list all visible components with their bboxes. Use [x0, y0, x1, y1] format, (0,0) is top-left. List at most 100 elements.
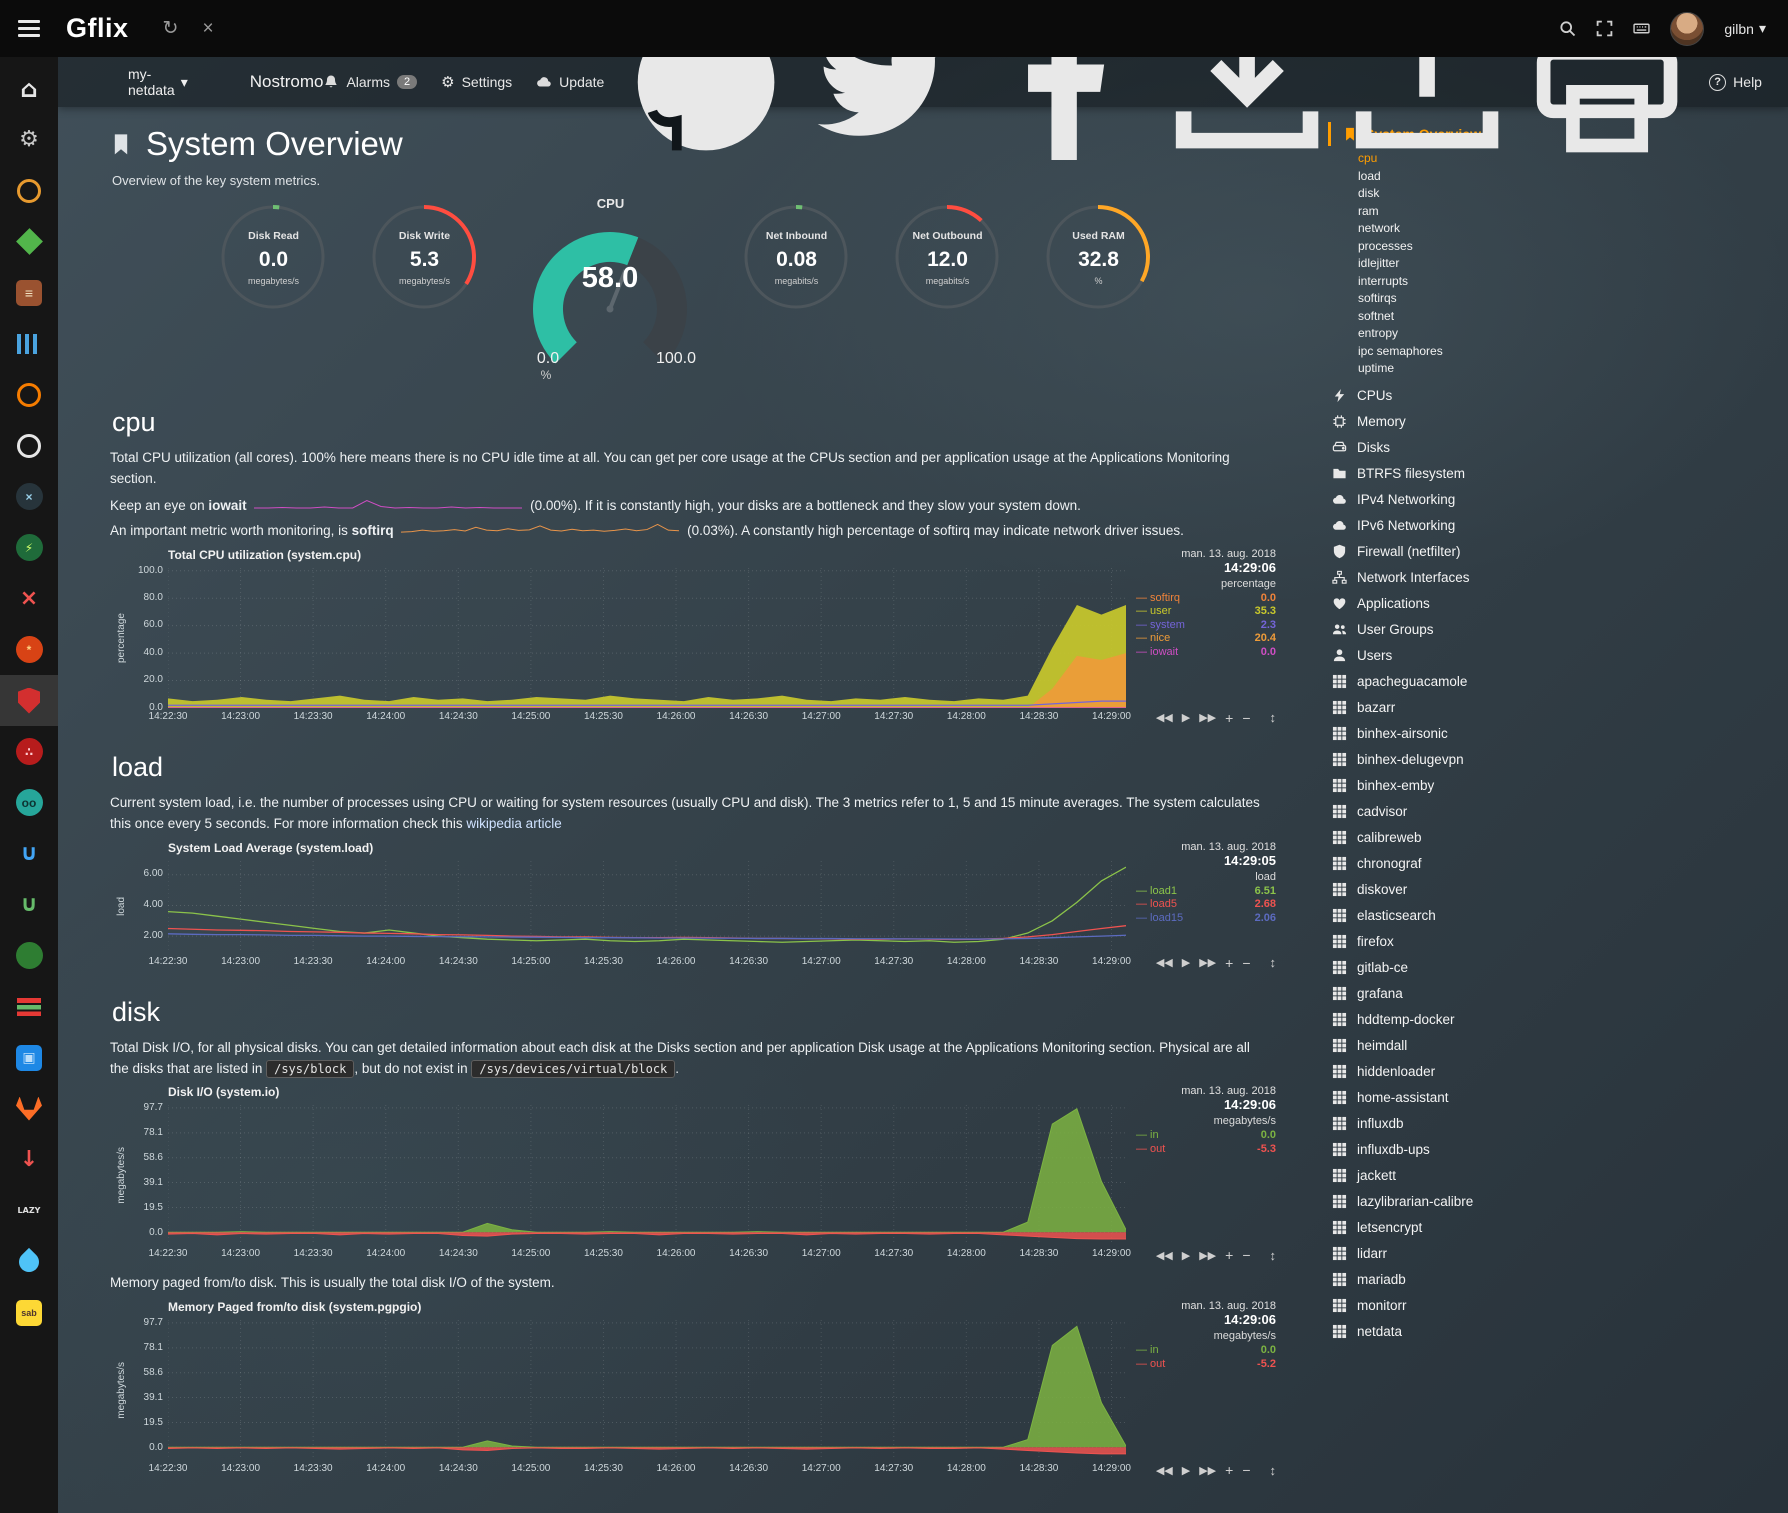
sidebar-app-sab-icon[interactable]: sab	[0, 1287, 58, 1338]
zoom-in-button[interactable]: +	[1225, 955, 1233, 971]
chart-plot-area[interactable]	[168, 1105, 1126, 1245]
sidebar-app-bolt-icon[interactable]: ⚡	[0, 522, 58, 573]
menu-sub-softirqs[interactable]: softirqs	[1358, 290, 1788, 308]
sidebar-app-couchpotato-icon[interactable]: oo	[0, 777, 58, 828]
menu-app-heimdall[interactable]: heimdall	[1332, 1038, 1788, 1053]
menu-section-network-interfaces[interactable]: Network Interfaces	[1332, 570, 1788, 585]
menu-app-hddtemp-docker[interactable]: hddtemp-docker	[1332, 1012, 1788, 1027]
menu-section-ipv4-networking[interactable]: IPv4 Networking	[1332, 492, 1788, 507]
softirq-sparkline[interactable]	[401, 521, 679, 542]
settings-button[interactable]: ⚙ Settings	[441, 73, 512, 91]
menu-section-ipv6-networking[interactable]: IPv6 Networking	[1332, 518, 1788, 533]
sidebar-app-u-blue-icon[interactable]: ∪	[0, 828, 58, 879]
chart-resize-handle[interactable]: ↕	[1270, 955, 1277, 970]
menu-sub-uptime[interactable]: uptime	[1358, 360, 1788, 378]
zoom-in-button[interactable]: +	[1225, 710, 1233, 726]
legend-load5[interactable]: — load52.68	[1136, 898, 1276, 912]
play-button[interactable]: ▶	[1182, 956, 1190, 969]
sidebar-home-icon[interactable]: ⌂	[0, 63, 58, 114]
zoom-out-button[interactable]: −	[1242, 710, 1250, 726]
legend-in[interactable]: — in0.0	[1136, 1129, 1276, 1143]
sidebar-app-organizr-icon[interactable]	[0, 165, 58, 216]
menu-sub-ram[interactable]: ram	[1358, 203, 1788, 221]
menu-section-memory[interactable]: Memory	[1332, 414, 1788, 429]
gauge-disk-read[interactable]: Disk Read0.0megabytes/s	[206, 196, 341, 341]
menu-app-binhex-emby[interactable]: binhex-emby	[1332, 778, 1788, 793]
menu-sub-network[interactable]: network	[1358, 220, 1788, 238]
pan-back-button[interactable]: ◀◀	[1156, 711, 1173, 724]
menu-section-applications[interactable]: Applications	[1332, 596, 1788, 611]
search-icon[interactable]	[1559, 20, 1576, 37]
wikipedia-link[interactable]: wikipedia article	[466, 816, 561, 831]
user-avatar[interactable]	[1670, 12, 1704, 46]
alarms-button[interactable]: Alarms 2	[323, 74, 417, 90]
chart-resize-handle[interactable]: ↕	[1270, 1463, 1277, 1478]
menu-section-disks[interactable]: Disks	[1332, 440, 1788, 455]
sidebar-app-scissors-icon[interactable]: ×	[0, 573, 58, 624]
menu-app-bazarr[interactable]: bazarr	[1332, 700, 1788, 715]
pan-forward-button[interactable]: ▶▶	[1199, 1249, 1216, 1262]
menu-app-apacheguacamole[interactable]: apacheguacamole	[1332, 674, 1788, 689]
menu-app-letsencrypt[interactable]: letsencrypt	[1332, 1220, 1788, 1235]
gauge-net-inbound[interactable]: Net Inbound0.08megabits/s	[729, 196, 864, 341]
menu-section-btrfs-filesystem[interactable]: BTRFS filesystem	[1332, 466, 1788, 481]
sidebar-settings-icon[interactable]: ⚙	[0, 114, 58, 165]
sidebar-app-u-green-icon[interactable]: ∪	[0, 879, 58, 930]
zoom-in-button[interactable]: +	[1225, 1462, 1233, 1478]
menu-app-influxdb[interactable]: influxdb	[1332, 1116, 1788, 1131]
keyboard-shortcuts-icon[interactable]	[1633, 20, 1650, 37]
hamburger-menu-icon[interactable]	[0, 20, 58, 37]
menu-app-lidarr[interactable]: lidarr	[1332, 1246, 1788, 1261]
menu-app-calibreweb[interactable]: calibreweb	[1332, 830, 1788, 845]
sidebar-app-sonarr-icon[interactable]: ×	[0, 471, 58, 522]
sidebar-app-bug-icon[interactable]: *	[0, 624, 58, 675]
pan-back-button[interactable]: ◀◀	[1156, 1249, 1173, 1262]
menu-sub-processes[interactable]: processes	[1358, 238, 1788, 256]
update-button[interactable]: Update	[536, 74, 604, 90]
chart-plot-area[interactable]	[168, 861, 1126, 953]
sidebar-app-green-circle-icon[interactable]	[0, 930, 58, 981]
legend-nice[interactable]: — nice20.4	[1136, 632, 1276, 646]
gauge-net-outbound[interactable]: Net Outbound12.0megabits/s	[880, 196, 1015, 341]
play-button[interactable]: ▶	[1182, 1464, 1190, 1477]
menu-app-elasticsearch[interactable]: elasticsearch	[1332, 908, 1788, 923]
chart-resize-handle[interactable]: ↕	[1270, 710, 1277, 725]
pan-forward-button[interactable]: ▶▶	[1199, 956, 1216, 969]
sidebar-app-lazylibrarian-icon[interactable]: LAZY	[0, 1185, 58, 1236]
menu-section-user-groups[interactable]: User Groups	[1332, 622, 1788, 637]
sidebar-app-window-icon[interactable]: ▣	[0, 1032, 58, 1083]
hostname-label[interactable]: Nostromo	[250, 72, 324, 92]
sidebar-app-emby-icon[interactable]	[0, 216, 58, 267]
menu-app-mariadb[interactable]: mariadb	[1332, 1272, 1788, 1287]
sidebar-app-krusader-icon[interactable]: ∴	[0, 726, 58, 777]
zoom-out-button[interactable]: −	[1242, 1462, 1250, 1478]
menu-app-chronograf[interactable]: chronograf	[1332, 856, 1788, 871]
menu-sub-softnet[interactable]: softnet	[1358, 308, 1788, 326]
menu-sub-entropy[interactable]: entropy	[1358, 325, 1788, 343]
sidebar-app-shield-icon[interactable]	[0, 675, 58, 726]
menu-sub-idlejitter[interactable]: idlejitter	[1358, 255, 1788, 273]
sidebar-app-download-icon[interactable]: ↓	[0, 1134, 58, 1185]
menu-app-firefox[interactable]: firefox	[1332, 934, 1788, 949]
help-button[interactable]: ? Help	[1709, 74, 1762, 91]
sidebar-app-lines-icon[interactable]	[0, 981, 58, 1032]
iowait-sparkline[interactable]	[254, 496, 522, 517]
close-icon[interactable]: ×	[202, 18, 213, 40]
legend-out[interactable]: — out-5.3	[1136, 1143, 1276, 1157]
chart-resize-handle[interactable]: ↕	[1270, 1248, 1277, 1263]
legend-user[interactable]: — user35.3	[1136, 605, 1276, 619]
menu-section-cpus[interactable]: CPUs	[1332, 388, 1788, 403]
host-dropdown[interactable]: my-netdata▾	[128, 66, 188, 98]
menu-app-netdata[interactable]: netdata	[1332, 1324, 1788, 1339]
menu-app-influxdb-ups[interactable]: influxdb-ups	[1332, 1142, 1788, 1157]
menu-app-cadvisor[interactable]: cadvisor	[1332, 804, 1788, 819]
chart-plot-area[interactable]	[168, 1320, 1126, 1460]
sidebar-app-calibre-icon[interactable]: ≡	[0, 267, 58, 318]
gauge-cpu[interactable]: CPU58.00.0100.0%	[508, 196, 713, 381]
play-button[interactable]: ▶	[1182, 711, 1190, 724]
menu-section-users[interactable]: Users	[1332, 648, 1788, 663]
gauge-disk-write[interactable]: Disk Write5.3megabytes/s	[357, 196, 492, 341]
menu-app-diskover[interactable]: diskover	[1332, 882, 1788, 897]
legend-out[interactable]: — out-5.2	[1136, 1358, 1276, 1372]
legend-load1[interactable]: — load16.51	[1136, 885, 1276, 899]
